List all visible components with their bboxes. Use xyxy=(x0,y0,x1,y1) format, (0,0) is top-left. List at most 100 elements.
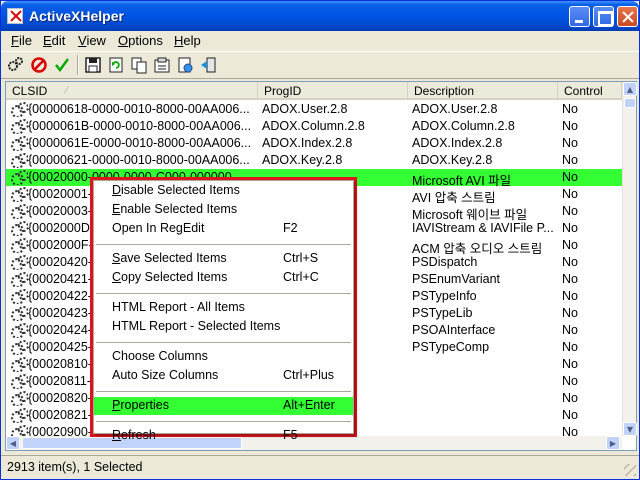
table-row[interactable]: {00000618-0000-0010-8000-00AA006... ADOX.… xyxy=(6,101,622,118)
component-icon xyxy=(10,339,28,355)
component-icon xyxy=(10,254,28,270)
menu-item-shortcut: Ctrl+C xyxy=(283,270,319,284)
component-icon xyxy=(10,407,28,423)
copy-icon[interactable] xyxy=(130,56,148,74)
menu-item-html-report-selected-items[interactable]: HTML Report - Selected Items xyxy=(94,318,353,336)
menu-edit[interactable]: Edit xyxy=(43,33,65,48)
toolbar xyxy=(1,51,639,79)
scroll-right-button[interactable]: ▶ xyxy=(606,436,620,450)
component-icon xyxy=(10,305,28,321)
cell-control: No xyxy=(562,136,578,150)
component-icon xyxy=(10,322,28,338)
cell-control: No xyxy=(562,153,578,167)
html-report-icon[interactable] xyxy=(176,56,194,74)
component-icon xyxy=(10,203,28,219)
component-icon xyxy=(10,271,28,287)
cell-progid: ADOX.Column.2.8 xyxy=(262,119,365,133)
column-description[interactable]: Description xyxy=(408,82,558,100)
cell-control: No xyxy=(562,102,578,116)
vertical-scroll-thumb[interactable] xyxy=(624,98,636,108)
menu-item-shortcut: Alt+Enter xyxy=(283,398,335,412)
close-button[interactable] xyxy=(617,6,638,27)
component-icon xyxy=(10,101,28,117)
menu-bar: File Edit View Options Help xyxy=(1,31,639,51)
cell-description: IAVIStream & IAVIFile P... xyxy=(412,221,554,235)
column-progid[interactable]: ProgID xyxy=(258,82,408,100)
menu-item-label: HTML Report - All Items xyxy=(112,300,245,314)
toolbar-separator xyxy=(77,55,79,75)
menu-item-shortcut: Ctrl+S xyxy=(283,251,319,265)
scroll-up-button[interactable]: ▲ xyxy=(623,82,637,96)
menu-help[interactable]: Help xyxy=(174,33,201,48)
scroll-left-button[interactable]: ◀ xyxy=(6,436,20,450)
cell-control: No xyxy=(562,119,578,133)
vertical-scrollbar[interactable]: ▲ ▼ xyxy=(622,82,637,436)
menu-item-label: Choose Columns xyxy=(112,349,208,363)
component-icon xyxy=(10,152,28,168)
context-menu: Disable Selected Items Enable Selected It… xyxy=(93,180,354,442)
cell-control: No xyxy=(562,255,578,269)
cell-description: PSOAInterface xyxy=(412,323,496,337)
column-control[interactable]: Control xyxy=(558,82,622,100)
menu-item-copy-selected-items[interactable]: Copy Selected Items Ctrl+C xyxy=(94,269,353,287)
table-row[interactable]: {00000621-0000-0010-8000-00AA006... ADOX.… xyxy=(6,152,622,169)
cell-description: ADOX.User.2.8 xyxy=(412,102,498,116)
component-icon xyxy=(10,237,28,253)
title-bar[interactable]: ActiveXHelper xyxy=(1,1,639,31)
maximize-button[interactable] xyxy=(593,6,614,27)
cell-description: ADOX.Column.2.8 xyxy=(412,119,515,133)
cell-clsid: {00000621-0000-0010-8000-00AA006... xyxy=(28,153,250,167)
menu-item-refresh[interactable]: Refresh F5 xyxy=(94,427,353,445)
menu-item-html-report-all-items[interactable]: HTML Report - All Items xyxy=(94,299,353,317)
cell-control: No xyxy=(562,323,578,337)
menu-view[interactable]: View xyxy=(78,33,106,48)
cell-clsid: {00000618-0000-0010-8000-00AA006... xyxy=(28,102,250,116)
status-text: 2913 item(s), 1 Selected xyxy=(7,460,143,474)
menu-item-save-selected-items[interactable]: Save Selected Items Ctrl+S xyxy=(94,250,353,268)
cell-control: No xyxy=(562,340,578,354)
menu-item-label: Properties xyxy=(112,398,169,412)
table-row[interactable]: {0000061B-0000-0010-8000-00AA006... ADOX.… xyxy=(6,118,622,135)
cell-progid: ADOX.Key.2.8 xyxy=(262,153,343,167)
scroll-down-button[interactable]: ▼ xyxy=(623,422,637,436)
cell-control: No xyxy=(562,357,578,371)
menu-item-auto-size-columns[interactable]: Auto Size Columns Ctrl+Plus xyxy=(94,367,353,385)
menu-file[interactable]: File xyxy=(11,33,32,48)
component-icon xyxy=(10,135,28,151)
menu-item-open-in-regedit[interactable]: Open In RegEdit F2 xyxy=(94,220,353,238)
menu-item-shortcut: F2 xyxy=(283,221,298,235)
cell-control: No xyxy=(562,408,578,422)
properties-icon[interactable] xyxy=(153,56,171,74)
column-clsid-label: CLSID xyxy=(12,84,48,98)
save-icon[interactable] xyxy=(84,56,102,74)
cell-description: ADOX.Index.2.8 xyxy=(412,136,503,150)
status-bar: 2913 item(s), 1 Selected xyxy=(1,455,639,479)
check-icon[interactable] xyxy=(53,56,71,74)
cell-control: No xyxy=(562,374,578,388)
table-row[interactable]: {0000061E-0000-0010-8000-00AA006... ADOX.… xyxy=(6,135,622,152)
menu-options[interactable]: Options xyxy=(118,33,163,48)
menu-item-label: Auto Size Columns xyxy=(112,368,219,382)
cell-control: No xyxy=(562,272,578,286)
app-icon xyxy=(7,8,23,24)
window-title: ActiveXHelper xyxy=(29,8,124,24)
chip-icon[interactable] xyxy=(7,56,25,74)
column-clsid[interactable]: CLSID ⁄ xyxy=(6,82,258,100)
cell-progid: ADOX.Index.2.8 xyxy=(262,136,353,150)
menu-item-label: Enable Selected Items xyxy=(112,202,238,216)
menu-item-properties[interactable]: Properties Alt+Enter xyxy=(94,397,353,415)
menu-item-disable-selected-items[interactable]: Disable Selected Items xyxy=(94,182,353,200)
stop-icon[interactable] xyxy=(30,56,48,74)
component-icon xyxy=(10,186,28,202)
exit-icon[interactable] xyxy=(199,56,217,74)
cell-description: PSTypeLib xyxy=(412,306,473,320)
cell-description: PSTypeComp xyxy=(412,340,490,354)
refresh-icon[interactable] xyxy=(107,56,125,74)
resize-grip[interactable] xyxy=(624,464,636,476)
menu-item-choose-columns[interactable]: Choose Columns xyxy=(94,348,353,366)
menu-separator xyxy=(96,342,351,343)
minimize-button[interactable] xyxy=(569,6,590,27)
component-icon xyxy=(10,424,28,436)
menu-item-enable-selected-items[interactable]: Enable Selected Items xyxy=(94,201,353,219)
app-window: ActiveXHelper File Edit View Options Hel… xyxy=(0,0,640,480)
